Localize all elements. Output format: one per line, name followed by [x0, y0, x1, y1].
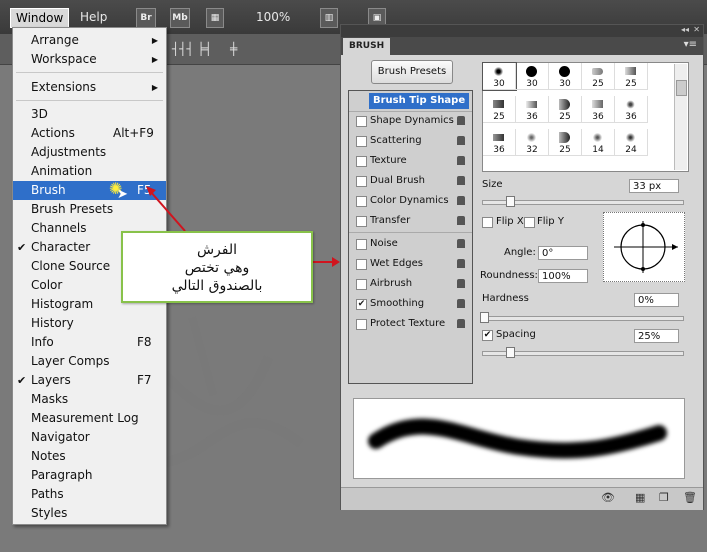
- spacing-input[interactable]: 25%: [634, 329, 679, 343]
- option-wet-edges[interactable]: Wet Edges: [349, 254, 472, 274]
- panel-header-strip: ◂◂ ✕: [341, 25, 703, 37]
- panel-bottom-bar: 👁 ▦ ❐ 🗑: [341, 487, 703, 510]
- angle-roundness-widget[interactable]: [603, 212, 685, 282]
- option-noise[interactable]: Noise: [349, 234, 472, 254]
- hardness-slider-knob[interactable]: [480, 312, 489, 323]
- option-color-dynamics[interactable]: Color Dynamics: [349, 191, 472, 211]
- flip-y-label: Flip Y: [537, 216, 564, 227]
- brush-tip[interactable]: 24: [615, 129, 648, 156]
- brush-tip[interactable]: 36: [483, 129, 516, 156]
- brush-tip[interactable]: 25: [549, 129, 582, 156]
- brush-tip[interactable]: 30: [549, 63, 582, 90]
- grid-icon[interactable]: ▦: [635, 491, 645, 504]
- brush-tip[interactable]: 36: [516, 96, 549, 123]
- brush-tip[interactable]: 30: [516, 63, 549, 90]
- close-icon[interactable]: ✕: [693, 25, 700, 34]
- callout-line-2: وهي تختص: [184, 260, 250, 276]
- collapse-icon[interactable]: ◂◂: [681, 25, 689, 34]
- panel-tab-bar: ▾≡: [341, 37, 703, 55]
- brush-tip[interactable]: 25: [582, 63, 615, 90]
- panel-title-tab[interactable]: BRUSH: [343, 38, 391, 55]
- brush-tip[interactable]: 25: [483, 96, 516, 123]
- spacing-slider-knob[interactable]: [506, 347, 515, 358]
- lock-icon: [457, 319, 465, 328]
- size-label: Size: [482, 179, 503, 190]
- arabic-callout: الفرش وهي تختص بالصندوق التالي: [121, 231, 313, 303]
- lock-icon: [457, 259, 465, 268]
- callout-line-3: بالصندوق التالي: [171, 278, 263, 294]
- brush-tip-grid: 30 30 30 25 25 25 36 25 36 36 36 32 25 1…: [482, 62, 689, 172]
- spacing-label: Spacing: [496, 329, 536, 340]
- roundness-label: Roundness:: [480, 270, 538, 281]
- option-protect-texture[interactable]: Protect Texture: [349, 314, 472, 334]
- hardness-input[interactable]: 0%: [634, 293, 679, 307]
- brush-tip[interactable]: 32: [516, 129, 549, 156]
- trash-icon[interactable]: 🗑: [683, 491, 697, 504]
- stroke-preview: [353, 398, 685, 479]
- flip-y-checkbox[interactable]: [524, 217, 535, 228]
- lock-icon: [457, 136, 465, 145]
- brush-tip[interactable]: 30: [482, 62, 517, 91]
- option-transfer[interactable]: Transfer: [349, 211, 472, 231]
- brush-tip[interactable]: 14: [582, 129, 615, 156]
- size-slider-knob[interactable]: [506, 196, 515, 207]
- size-input[interactable]: 33 px: [629, 179, 679, 193]
- lock-icon: [457, 196, 465, 205]
- callout-line-1: الفرش: [196, 242, 238, 258]
- option-airbrush[interactable]: Airbrush: [349, 274, 472, 294]
- option-brush-tip-shape[interactable]: Brush Tip Shape: [349, 91, 472, 111]
- lock-icon: [457, 156, 465, 165]
- angle-label: Angle:: [504, 247, 536, 258]
- lock-icon: [457, 239, 465, 248]
- option-texture[interactable]: Texture: [349, 151, 472, 171]
- option-shape-dynamics[interactable]: Shape Dynamics: [349, 111, 472, 131]
- brush-tip[interactable]: 36: [615, 96, 648, 123]
- lock-icon: [457, 116, 465, 125]
- brush-tip[interactable]: 36: [582, 96, 615, 123]
- eye-toggle-icon[interactable]: 👁: [601, 491, 615, 504]
- flip-x-checkbox[interactable]: [482, 217, 493, 228]
- option-scattering[interactable]: Scattering: [349, 131, 472, 151]
- brush-presets-button[interactable]: Brush Presets: [371, 60, 453, 84]
- option-smoothing[interactable]: ✔ Smoothing: [349, 294, 472, 314]
- scrollbar-thumb[interactable]: [676, 80, 687, 96]
- brush-tip[interactable]: 25: [549, 96, 582, 123]
- new-preset-icon[interactable]: ❐: [659, 491, 669, 504]
- angle-input[interactable]: 0°: [538, 246, 588, 260]
- lock-icon: [457, 216, 465, 225]
- hardness-slider[interactable]: [482, 316, 684, 321]
- lock-icon: [457, 299, 465, 308]
- roundness-input[interactable]: 100%: [538, 269, 588, 283]
- brush-options-list: Brush Tip Shape Shape Dynamics Scatterin…: [348, 90, 473, 384]
- tip-grid-scrollbar[interactable]: [674, 64, 687, 170]
- flip-x-label: Flip X: [496, 216, 524, 227]
- checkmark-icon: ✔: [356, 299, 367, 310]
- lock-icon: [457, 176, 465, 185]
- brush-tip[interactable]: 25: [615, 63, 648, 90]
- lock-icon: [457, 279, 465, 288]
- hardness-label: Hardness: [482, 293, 529, 304]
- panel-menu-icon[interactable]: ▾≡: [684, 39, 697, 50]
- brush-panel: ◂◂ ✕ ▾≡ BRUSH Brush Presets Brush Tip Sh…: [340, 24, 704, 510]
- option-dual-brush[interactable]: Dual Brush: [349, 171, 472, 191]
- spacing-checkbox[interactable]: ✔: [482, 330, 493, 341]
